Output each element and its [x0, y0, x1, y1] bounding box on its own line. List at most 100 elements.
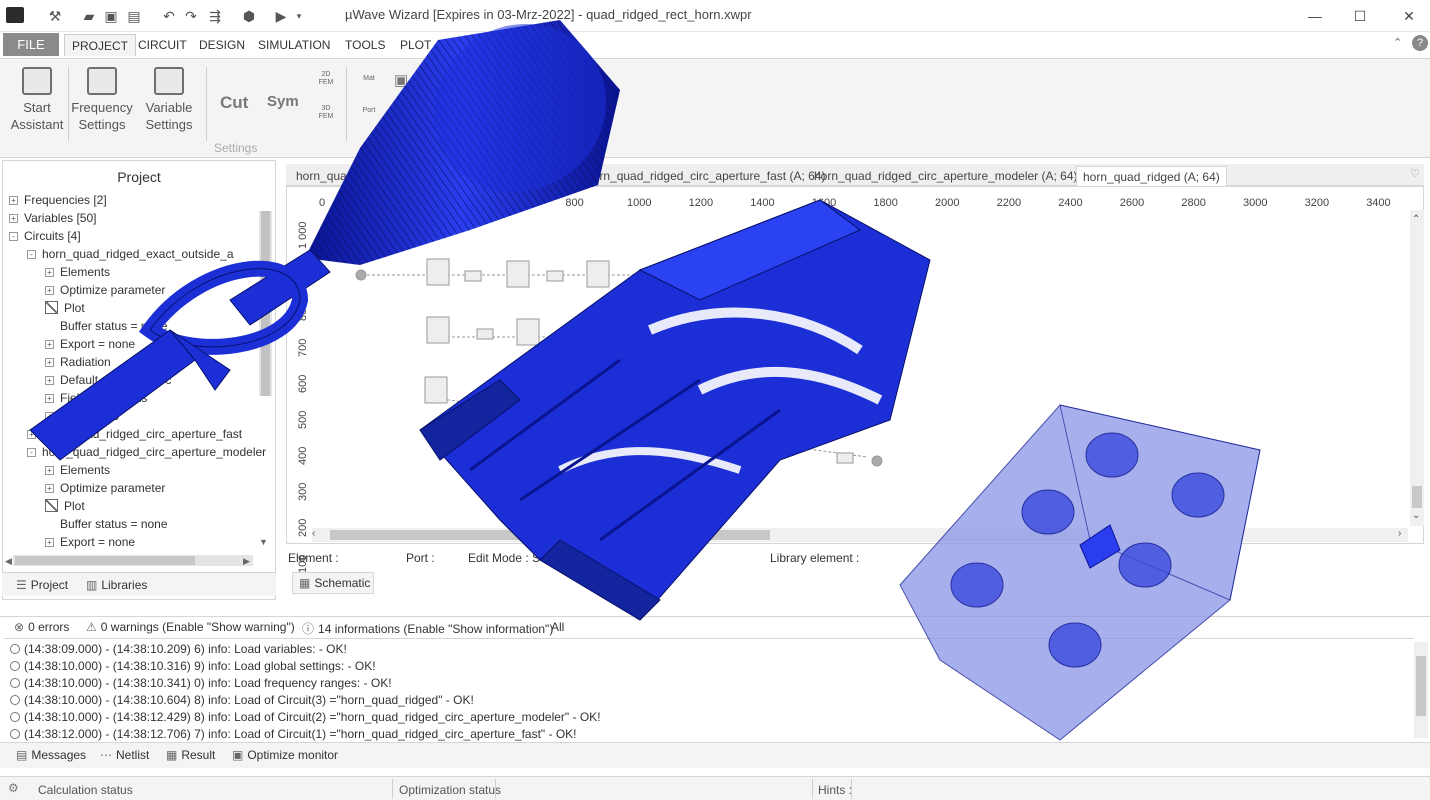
tree-item[interactable]: + horn_quad_ridged_circ_aperture_fast — [27, 425, 242, 443]
sym-button[interactable]: Sym — [267, 93, 299, 110]
save-model-icon[interactable]: ▣ — [394, 71, 408, 89]
tab-project-panel[interactable]: ☰ Project — [16, 576, 68, 594]
expand-icon[interactable]: + — [45, 538, 54, 547]
expand-icon[interactable]: + — [27, 430, 36, 439]
app-logo-icon[interactable] — [6, 7, 24, 23]
tree-item[interactable]: + Export = none — [45, 335, 135, 353]
tree-item[interactable]: Buffer status = none — [45, 515, 168, 533]
tree-item[interactable]: + Export = none — [45, 533, 135, 551]
variable-settings-button[interactable]: Variable Settings — [140, 67, 198, 133]
message-line[interactable]: (14:38:10.000) - (14:38:10.341) 0) info:… — [10, 675, 392, 692]
canvas-vscroll-thumb[interactable] — [1412, 486, 1422, 508]
tab-netlist[interactable]: ⋯ Netlist — [100, 748, 149, 762]
maximize-icon[interactable]: ☐ — [1349, 6, 1371, 26]
tree-item[interactable]: - horn_quad_ridged_exact_outside_a — [27, 245, 234, 263]
expand-icon[interactable]: + — [9, 214, 18, 223]
port-button[interactable]: Port — [358, 107, 380, 115]
model-icon[interactable]: ⬢ — [240, 8, 258, 24]
tree-item[interactable]: Plot — [45, 299, 85, 317]
collapse-icon[interactable]: - — [9, 232, 18, 241]
tree-item[interactable]: + Elements — [45, 461, 110, 479]
run-icon[interactable]: ▶ — [272, 8, 290, 24]
frequency-settings-button[interactable]: Frequency Settings — [70, 67, 134, 133]
fem-2d-button[interactable]: 2D FEM — [316, 71, 336, 87]
tree-item[interactable]: + Field animations — [45, 389, 147, 407]
tree-item[interactable]: + Optimize parameter — [45, 281, 165, 299]
file-tab[interactable]: FILE — [3, 33, 59, 56]
scroll-right-icon[interactable]: ▶ — [243, 556, 250, 567]
tree-item[interactable]: + Default settings (Circ — [45, 371, 171, 389]
tab-project[interactable]: PROJECT — [64, 34, 137, 56]
fem-3d-button[interactable]: 3D FEM — [316, 105, 336, 121]
tab-design[interactable]: DESIGN — [192, 34, 252, 56]
expand-icon[interactable]: + — [45, 466, 54, 475]
message-line[interactable]: (14:38:09.000) - (14:38:10.209) 6) info:… — [10, 641, 347, 658]
tree-item[interactable]: - horn_quad_ridged_circ_aperture_modeler — [27, 443, 266, 461]
expand-icon[interactable]: + — [45, 484, 54, 493]
tab-optimize-monitor[interactable]: ▣ Optimize monitor — [232, 748, 338, 762]
tab-libraries[interactable]: ▥ Libraries — [86, 576, 147, 594]
errors-filter[interactable]: ⊗ 0 errors — [14, 620, 69, 634]
tab-result[interactable]: ▦ Result — [166, 748, 215, 762]
expand-icon[interactable]: + — [45, 412, 54, 421]
material-button[interactable]: Mat — [358, 75, 380, 83]
collapse-icon[interactable]: - — [27, 448, 36, 457]
expand-icon[interactable]: + — [45, 340, 54, 349]
close-icon[interactable]: ✕ — [1398, 6, 1420, 26]
cut-button[interactable]: Cut — [220, 93, 248, 113]
expand-icon[interactable]: + — [45, 358, 54, 367]
expand-icon[interactable]: + — [45, 376, 54, 385]
tree-hscroll-thumb[interactable] — [15, 556, 195, 565]
expand-icon[interactable]: + — [45, 286, 54, 295]
tree-item[interactable]: + Radiation — [45, 353, 111, 371]
arrow-icon[interactable]: ↦ — [394, 103, 405, 119]
help-icon[interactable]: ? — [1412, 35, 1428, 51]
messages-scroll-thumb[interactable] — [1416, 656, 1426, 716]
tree-item[interactable]: + Variables [50] — [9, 209, 97, 227]
save-all-icon[interactable]: ▤ — [125, 8, 143, 24]
canvas-vertical-scrollbar[interactable] — [1410, 210, 1424, 526]
doc-tab-quad-ridged[interactable]: horn_quad_ridged (A; 64) — [1076, 166, 1227, 186]
collapse-icon[interactable]: - — [27, 250, 36, 259]
info-filter[interactable]: ⓘ 14 informations (Enable "Show informati… — [302, 620, 553, 637]
minimize-icon[interactable]: — — [1304, 6, 1326, 26]
doc-tab-circ-aperture-modeler[interactable]: horn_quad_ridged_circ_aperture_modeler (… — [808, 166, 1084, 186]
tab-menu-icon[interactable]: ♡ — [1410, 167, 1420, 180]
canvas-scroll-right-icon[interactable]: › — [1398, 528, 1401, 539]
start-assistant-button[interactable]: Start Assistant — [8, 67, 66, 133]
scroll-left-icon[interactable]: ◀ — [5, 556, 12, 567]
expand-icon[interactable]: + — [45, 394, 54, 403]
doc-tab-exact-outside[interactable]: horn_quad_ridged_exact_outside_aperture … — [290, 166, 571, 186]
copy-icon[interactable]: ⇶ — [206, 8, 224, 24]
tree-item[interactable]: + Frequencies [2] — [9, 191, 107, 209]
tree-item[interactable]: + Optimize parameter — [45, 479, 165, 497]
tab-messages[interactable]: ▤ Messages — [16, 748, 86, 762]
ribbon-collapse-icon[interactable]: ⌃ — [1393, 36, 1402, 49]
tree-scroll-thumb[interactable] — [261, 211, 270, 396]
canvas-hscroll-thumb[interactable] — [330, 530, 770, 540]
message-line[interactable]: (14:38:10.000) - (14:38:10.316) 9) info:… — [10, 658, 376, 675]
all-filter[interactable]: All — [551, 620, 564, 634]
doc-tab-circ-aperture-fast[interactable]: horn_quad_ridged_circ_aperture_fast (A; … — [580, 166, 831, 186]
tree-item[interactable]: - Circuits [4] — [9, 227, 81, 245]
message-line[interactable]: (14:38:10.000) - (14:38:12.429) 8) info:… — [10, 709, 601, 726]
tab-plot[interactable]: PLOT — [393, 34, 438, 56]
canvas-scroll-down-icon[interactable]: ⌄ — [1412, 510, 1420, 521]
scroll-down-icon[interactable]: ▼ — [259, 537, 268, 547]
redo-icon[interactable]: ↷ — [182, 8, 200, 24]
tree-item[interactable]: + Elements — [45, 263, 110, 281]
undo-icon[interactable]: ↶ — [160, 8, 178, 24]
tools-icon[interactable]: ⚒ — [46, 8, 64, 24]
save-icon[interactable]: ▣ — [102, 8, 120, 24]
warnings-filter[interactable]: ⚠ 0 warnings (Enable "Show warning") — [86, 620, 295, 634]
canvas-scroll-up-icon[interactable]: ⌃ — [1412, 214, 1420, 225]
expand-icon[interactable]: + — [45, 268, 54, 277]
schematic-tab[interactable]: ▦ Schematic — [292, 572, 374, 594]
schematic-canvas[interactable]: 0 200 400 600 800 1000 1200 1400 1600 1800 2000 220… — [286, 186, 1424, 573]
message-line[interactable]: (14:38:12.000) - (14:38:12.706) 7) info:… — [10, 726, 577, 743]
message-line[interactable]: (14:38:10.000) - (14:38:10.604) 8) info:… — [10, 692, 474, 709]
canvas-scroll-left-icon[interactable]: ‹ — [312, 528, 315, 539]
tree-item[interactable]: Plot — [45, 497, 85, 515]
tab-circuit[interactable]: CIRCUIT — [131, 34, 194, 56]
tree-item[interactable]: Buffer status = none — [45, 317, 168, 335]
